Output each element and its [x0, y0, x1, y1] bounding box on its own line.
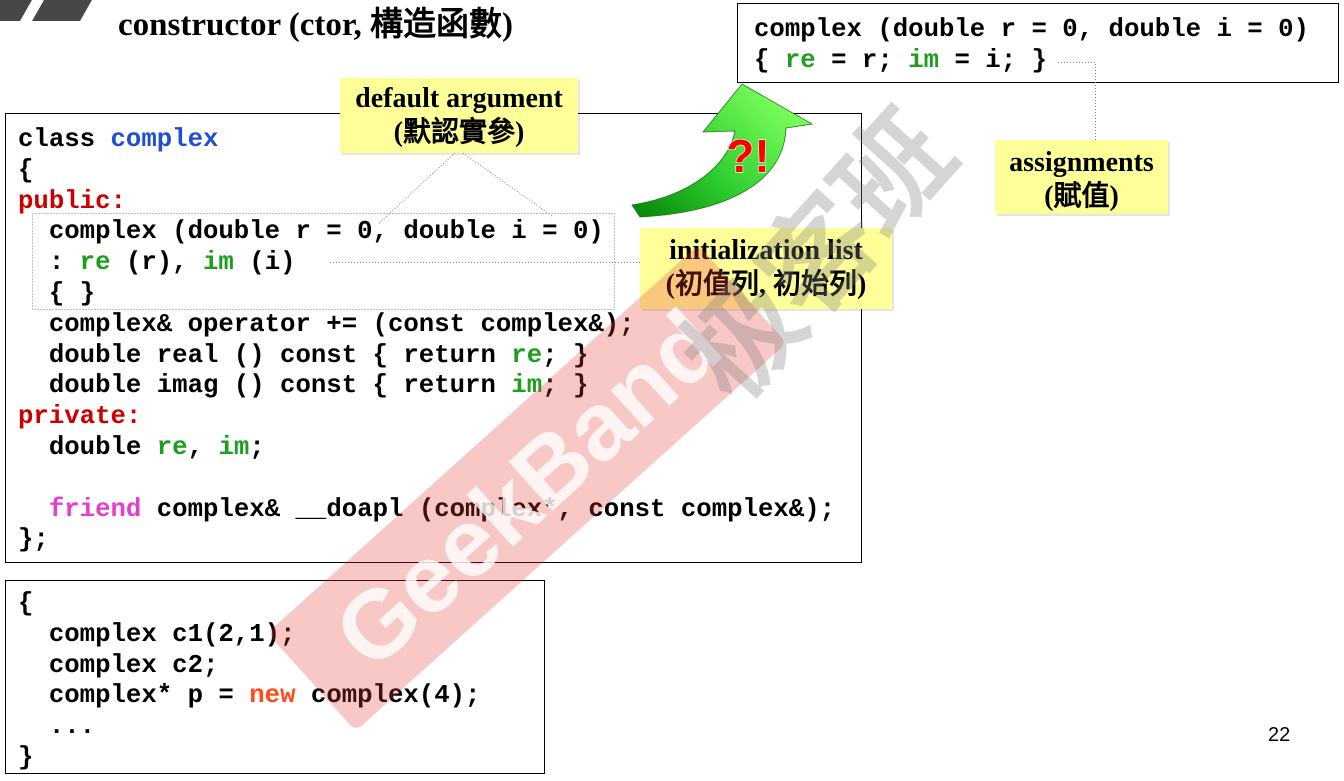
code-token: complex* p = [18, 681, 250, 711]
code-line: { re = r; im = i; } [754, 46, 1338, 77]
code-token-highlighted: re [79, 248, 111, 278]
code-token-highlighted: re [784, 45, 816, 75]
code-token: complex (double r = 0, double i = 0) [18, 217, 604, 247]
code-line: complex* p = new complex(4); [18, 681, 544, 712]
code-token: { [18, 155, 34, 185]
code-token: (i) [233, 248, 296, 278]
arrow-question-exclamation-label: ?! [726, 130, 769, 182]
code-token: complex& __doapl (complex*, const comple… [141, 494, 836, 524]
code-line: double real () const { return re; } [18, 341, 861, 372]
code-token: { } [18, 278, 96, 308]
code-token: complex c2; [18, 650, 219, 680]
code-token: ; } [542, 340, 589, 370]
code-line: complex& operator += (const complex&); [18, 310, 861, 341]
code-token-highlighted: private: [18, 402, 142, 432]
code-token: complex (double r = 0, double i = 0) [754, 15, 1309, 44]
code-token-highlighted: new [249, 681, 296, 711]
code-token: (r), [110, 248, 204, 278]
code-line: } [18, 743, 544, 774]
code-token: : [18, 248, 80, 278]
code-line: complex (double r = 0, double i = 0) [754, 15, 1338, 46]
code-token: { [18, 589, 34, 618]
callout-label: (賦值) [1044, 181, 1119, 212]
assignment-code-box: complex (double r = 0, double i = 0){ re… [737, 3, 1339, 83]
code-token-highlighted: im [218, 432, 250, 462]
code-line: complex c1(2,1); [18, 620, 544, 651]
code-token: ; [249, 432, 265, 462]
code-line: { [18, 589, 544, 620]
code-line: friend complex& __doapl (complex*, const… [18, 495, 861, 526]
code-token-highlighted: im [511, 371, 543, 401]
callout-label: assignments [1009, 147, 1154, 178]
code-token-highlighted: im [203, 248, 234, 278]
code-token: ... [18, 712, 96, 742]
code-line: complex c2; [18, 651, 544, 682]
callout-label: default argument [355, 83, 563, 114]
initialization-list-callout: initialization list (初值列, 初始列) [640, 228, 892, 309]
code-token: double [18, 432, 157, 462]
title-decoration-stripe [32, 0, 92, 21]
code-token: }; [18, 525, 49, 555]
code-token-highlighted: public: [18, 186, 126, 216]
code-token: ; } [542, 371, 589, 401]
code-token: double imag () const { return [18, 371, 512, 401]
code-token: { [754, 45, 785, 75]
page-number: 22 [1268, 724, 1291, 746]
code-token-highlighted: complex [110, 125, 219, 154]
code-line: }; [18, 525, 861, 556]
code-line: private: [18, 402, 861, 433]
title-decoration-stripe [0, 0, 32, 21]
code-token-highlighted: re [511, 340, 543, 370]
code-token-highlighted: re [156, 432, 188, 462]
callout-label: (初值列, 初始列) [665, 269, 867, 300]
code-line: double imag () const { return im; } [18, 371, 861, 402]
code-token-highlighted: im [908, 45, 940, 75]
callout-label: (默認實參) [393, 117, 525, 148]
code-token: } [18, 742, 34, 772]
code-token: complex(4); [295, 681, 481, 711]
code-line: double re, im; [18, 433, 861, 464]
code-token: = i; } [939, 45, 1047, 75]
code-token: complex c1(2,1); [18, 619, 296, 649]
slide-title: constructor (ctor, 構造函數) [118, 7, 514, 43]
code-token: = r; [815, 45, 909, 75]
curved-arrow-shape [631, 83, 814, 218]
assignments-callout: assignments (賦值) [995, 140, 1168, 214]
code-token: double real () const { return [18, 340, 512, 370]
curved-up-arrow-icon: ?! [631, 83, 814, 218]
code-token: class [18, 125, 111, 154]
code-token-highlighted: friend [48, 494, 142, 524]
title-decoration-icon [0, 0, 92, 21]
code-token: complex& operator += (const complex&); [18, 309, 635, 339]
code-token: , [187, 432, 219, 462]
usage-code-box: { complex c1(2,1); complex c2; complex* … [5, 580, 545, 774]
callout-label: initialization list [669, 235, 863, 266]
default-argument-callout: default argument (默認實參) [340, 78, 578, 153]
code-line: ... [18, 712, 544, 743]
